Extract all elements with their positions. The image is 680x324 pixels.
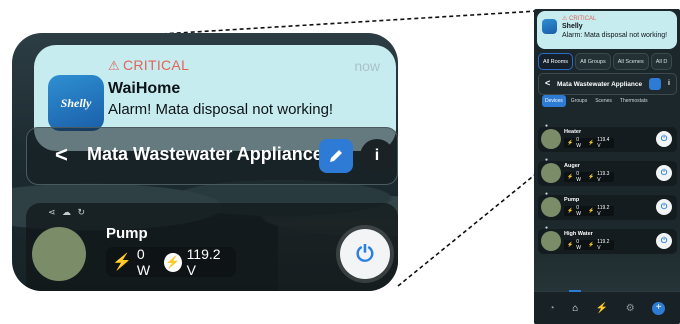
- chevron-left-icon[interactable]: <: [55, 142, 68, 168]
- device-card-pump[interactable]: ⋖ ☁ ↻ Pump ⚡ 0 W ⚡ 119.2 V ⏻: [26, 203, 398, 291]
- phone-notification-message: Alarm: Mata disposal not working!: [562, 32, 668, 39]
- phone-notification[interactable]: ⚠ CRITICAL Shelly Alarm: Mata disposal n…: [537, 11, 677, 49]
- phone-room-title: Mata Wastewater Appliance: [557, 81, 643, 88]
- device-stats: ⚡ 0 W ⚡ 119.4 V: [564, 137, 614, 149]
- device-name: Auger: [564, 163, 580, 169]
- device-avatar: [541, 129, 561, 149]
- device-avatar: [541, 163, 561, 183]
- phone-critical-label: ⚠ CRITICAL: [562, 16, 597, 22]
- subtab-thermostats[interactable]: Thermostats: [617, 95, 651, 107]
- tab-all-groups[interactable]: All Groups: [575, 53, 611, 70]
- notification-app-name: WaiHome: [108, 80, 181, 97]
- app-logo: [542, 19, 557, 34]
- device-name: High Water: [564, 231, 593, 237]
- subtab-scenes[interactable]: Scenes: [592, 95, 615, 107]
- power-toggle-button[interactable]: ⏻: [656, 131, 672, 147]
- app-logo-text: Shelly: [60, 95, 92, 110]
- info-icon[interactable]: i: [664, 79, 674, 89]
- critical-level: CRITICAL: [122, 57, 190, 73]
- device-stats: ⚡ 0 W ⚡ 119.2 V: [564, 239, 614, 251]
- room-tabs: All Rooms All Groups All Scenes All D: [538, 53, 673, 70]
- pencil-icon[interactable]: [649, 78, 661, 90]
- device-stats: ⚡ 0 W ⚡ 119.2 V: [564, 205, 614, 217]
- device-avatar: [32, 227, 86, 281]
- status-dot-icon: ●: [545, 157, 549, 163]
- bottom-nav: ◔ ⌂ ⚡ ⚙ +: [534, 289, 680, 324]
- device-card-high-water[interactable]: ● High Water ⚡ 0 W ⚡ 119.2 V ⏻: [538, 225, 677, 254]
- power-toggle-button[interactable]: ⏻: [656, 233, 672, 249]
- bolt-icon: ⚡: [112, 254, 132, 271]
- home-icon[interactable]: ⌂: [569, 289, 582, 314]
- device-name: Heater: [564, 129, 582, 135]
- device-stats: ⚡ 0 W ⚡ 119.2 V: [106, 246, 236, 278]
- subtab-devices[interactable]: Devices: [542, 95, 566, 107]
- power-toggle-button[interactable]: ⏻: [656, 165, 672, 181]
- phone-notification-app: Shelly: [562, 23, 583, 30]
- voltage-icon: ⚡: [164, 252, 182, 272]
- gauge-icon[interactable]: ◔: [549, 303, 555, 314]
- tab-all-devices[interactable]: All D: [650, 53, 673, 70]
- notification-time: now: [354, 58, 380, 74]
- device-avatar: [541, 197, 561, 217]
- power-icon: ⏻: [356, 241, 374, 266]
- device-stats: ⚡ 0 W ⚡ 119.3 V: [564, 171, 614, 183]
- phone-screen: ⚠ CRITICAL Shelly Alarm: Mata disposal n…: [534, 9, 680, 324]
- device-card-pump[interactable]: ● Pump ⚡ 0 W ⚡ 119.2 V ⏻: [538, 191, 677, 220]
- critical-label: ⚠ CRITICAL: [108, 57, 189, 74]
- power-reading: ⚡ 0 W: [112, 246, 151, 278]
- plus-icon[interactable]: +: [652, 301, 666, 315]
- app-logo: Shelly: [48, 75, 104, 131]
- voltage-reading: ⚡ 119.2 V: [164, 246, 221, 278]
- room-title: Mata Wastewater Appliance: [87, 144, 323, 164]
- chevron-left-icon[interactable]: <: [545, 78, 550, 88]
- status-dot-icon: ●: [545, 225, 549, 231]
- device-name: Pump: [106, 225, 148, 242]
- device-card-heater[interactable]: ● Heater ⚡ 0 W ⚡ 119.4 V ⏻: [538, 123, 677, 152]
- device-status-icons: ⋖ ☁ ↻: [48, 207, 88, 217]
- status-dot-icon: ●: [545, 123, 549, 129]
- tab-all-rooms[interactable]: All Rooms: [538, 53, 574, 70]
- tab-all-scenes[interactable]: All Scenes: [612, 53, 649, 70]
- device-avatar: [541, 231, 561, 251]
- device-card-auger[interactable]: ● Auger ⚡ 0 W ⚡ 119.3 V ⏻: [538, 157, 677, 186]
- room-header: < Mata Wastewater Appliance i: [26, 127, 398, 185]
- pencil-icon[interactable]: [319, 139, 353, 173]
- subtab-groups[interactable]: Groups: [568, 95, 590, 107]
- power-toggle-button[interactable]: ⏻: [340, 229, 390, 279]
- zoom-panel: Shelly ⚠ CRITICAL now WaiHome Alarm! Mata…: [12, 33, 398, 291]
- status-dot-icon: ●: [545, 191, 549, 197]
- bolt-icon[interactable]: ⚡: [596, 303, 608, 314]
- screenshot-stage: Shelly ⚠ CRITICAL now WaiHome Alarm! Mata…: [0, 0, 680, 324]
- device-subtabs: Devices Groups Scenes Thermostats: [542, 95, 651, 107]
- device-name: Pump: [564, 197, 580, 203]
- info-icon[interactable]: i: [360, 139, 394, 173]
- power-toggle-button[interactable]: ⏻: [656, 199, 672, 215]
- phone-room-header: < Mata Wastewater Appliance i: [538, 73, 677, 95]
- gear-icon[interactable]: ⚙: [626, 303, 635, 314]
- warning-icon: ⚠: [108, 58, 120, 73]
- notification-message: Alarm! Mata disposal not working!: [108, 101, 334, 118]
